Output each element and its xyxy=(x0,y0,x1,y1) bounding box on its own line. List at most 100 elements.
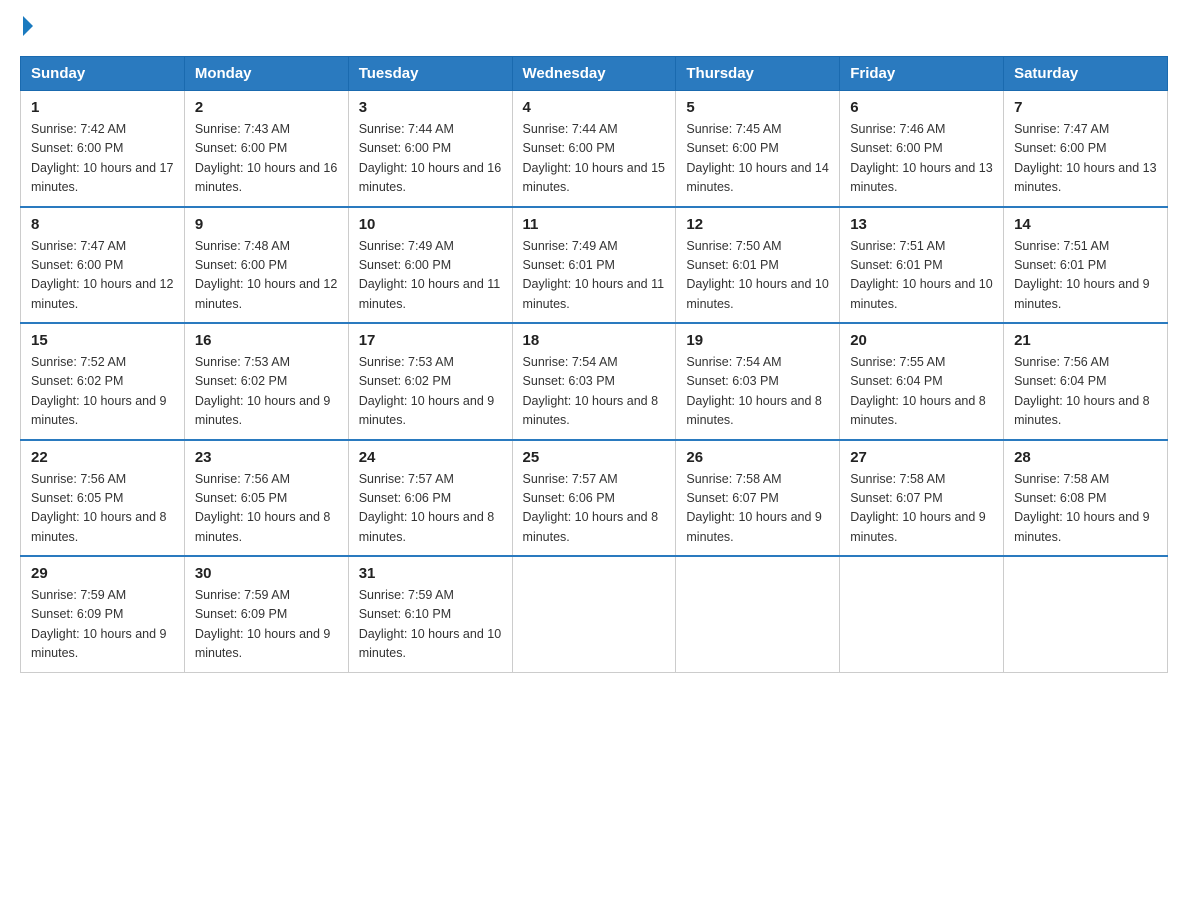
day-number: 13 xyxy=(850,216,993,233)
day-number: 2 xyxy=(195,99,338,116)
day-number: 15 xyxy=(31,332,174,349)
calendar-cell: 5 Sunrise: 7:45 AMSunset: 6:00 PMDayligh… xyxy=(676,91,840,207)
calendar-cell: 25 Sunrise: 7:57 AMSunset: 6:06 PMDaylig… xyxy=(512,440,676,557)
day-info: Sunrise: 7:48 AMSunset: 6:00 PMDaylight:… xyxy=(195,239,337,311)
calendar-cell: 13 Sunrise: 7:51 AMSunset: 6:01 PMDaylig… xyxy=(840,207,1004,324)
day-number: 17 xyxy=(359,332,502,349)
calendar-cell xyxy=(676,556,840,672)
day-number: 9 xyxy=(195,216,338,233)
day-number: 10 xyxy=(359,216,502,233)
day-info: Sunrise: 7:59 AMSunset: 6:10 PMDaylight:… xyxy=(359,588,501,660)
calendar-cell: 20 Sunrise: 7:55 AMSunset: 6:04 PMDaylig… xyxy=(840,323,1004,440)
calendar-cell: 30 Sunrise: 7:59 AMSunset: 6:09 PMDaylig… xyxy=(184,556,348,672)
day-info: Sunrise: 7:53 AMSunset: 6:02 PMDaylight:… xyxy=(359,355,495,427)
calendar-cell: 11 Sunrise: 7:49 AMSunset: 6:01 PMDaylig… xyxy=(512,207,676,324)
day-info: Sunrise: 7:58 AMSunset: 6:08 PMDaylight:… xyxy=(1014,472,1150,544)
day-number: 30 xyxy=(195,565,338,582)
day-number: 11 xyxy=(523,216,666,233)
weekday-header-monday: Monday xyxy=(184,57,348,91)
day-number: 8 xyxy=(31,216,174,233)
calendar-cell: 12 Sunrise: 7:50 AMSunset: 6:01 PMDaylig… xyxy=(676,207,840,324)
calendar-cell: 3 Sunrise: 7:44 AMSunset: 6:00 PMDayligh… xyxy=(348,91,512,207)
day-number: 6 xyxy=(850,99,993,116)
calendar-cell: 31 Sunrise: 7:59 AMSunset: 6:10 PMDaylig… xyxy=(348,556,512,672)
day-info: Sunrise: 7:47 AMSunset: 6:00 PMDaylight:… xyxy=(1014,122,1156,194)
weekday-header-row: SundayMondayTuesdayWednesdayThursdayFrid… xyxy=(21,57,1168,91)
day-number: 25 xyxy=(523,449,666,466)
day-number: 27 xyxy=(850,449,993,466)
day-info: Sunrise: 7:57 AMSunset: 6:06 PMDaylight:… xyxy=(523,472,659,544)
weekday-header-tuesday: Tuesday xyxy=(348,57,512,91)
calendar-cell: 10 Sunrise: 7:49 AMSunset: 6:00 PMDaylig… xyxy=(348,207,512,324)
day-info: Sunrise: 7:58 AMSunset: 6:07 PMDaylight:… xyxy=(850,472,986,544)
day-info: Sunrise: 7:52 AMSunset: 6:02 PMDaylight:… xyxy=(31,355,167,427)
day-info: Sunrise: 7:54 AMSunset: 6:03 PMDaylight:… xyxy=(686,355,822,427)
calendar-cell: 2 Sunrise: 7:43 AMSunset: 6:00 PMDayligh… xyxy=(184,91,348,207)
logo-arrow-icon xyxy=(23,16,33,36)
logo xyxy=(20,20,33,36)
calendar-cell: 23 Sunrise: 7:56 AMSunset: 6:05 PMDaylig… xyxy=(184,440,348,557)
calendar-cell: 1 Sunrise: 7:42 AMSunset: 6:00 PMDayligh… xyxy=(21,91,185,207)
calendar-cell: 6 Sunrise: 7:46 AMSunset: 6:00 PMDayligh… xyxy=(840,91,1004,207)
day-info: Sunrise: 7:43 AMSunset: 6:00 PMDaylight:… xyxy=(195,122,337,194)
day-info: Sunrise: 7:51 AMSunset: 6:01 PMDaylight:… xyxy=(1014,239,1150,311)
day-number: 3 xyxy=(359,99,502,116)
calendar-cell: 8 Sunrise: 7:47 AMSunset: 6:00 PMDayligh… xyxy=(21,207,185,324)
day-number: 21 xyxy=(1014,332,1157,349)
weekday-header-friday: Friday xyxy=(840,57,1004,91)
day-number: 7 xyxy=(1014,99,1157,116)
day-info: Sunrise: 7:49 AMSunset: 6:01 PMDaylight:… xyxy=(523,239,665,311)
weekday-header-wednesday: Wednesday xyxy=(512,57,676,91)
day-info: Sunrise: 7:42 AMSunset: 6:00 PMDaylight:… xyxy=(31,122,173,194)
day-number: 31 xyxy=(359,565,502,582)
calendar-cell: 9 Sunrise: 7:48 AMSunset: 6:00 PMDayligh… xyxy=(184,207,348,324)
calendar-cell: 22 Sunrise: 7:56 AMSunset: 6:05 PMDaylig… xyxy=(21,440,185,557)
day-number: 18 xyxy=(523,332,666,349)
calendar-cell: 15 Sunrise: 7:52 AMSunset: 6:02 PMDaylig… xyxy=(21,323,185,440)
day-number: 23 xyxy=(195,449,338,466)
week-row-4: 22 Sunrise: 7:56 AMSunset: 6:05 PMDaylig… xyxy=(21,440,1168,557)
calendar-cell xyxy=(512,556,676,672)
calendar-cell: 14 Sunrise: 7:51 AMSunset: 6:01 PMDaylig… xyxy=(1004,207,1168,324)
logo-blue-text xyxy=(20,20,33,36)
day-info: Sunrise: 7:51 AMSunset: 6:01 PMDaylight:… xyxy=(850,239,992,311)
calendar-cell: 19 Sunrise: 7:54 AMSunset: 6:03 PMDaylig… xyxy=(676,323,840,440)
day-info: Sunrise: 7:56 AMSunset: 6:04 PMDaylight:… xyxy=(1014,355,1150,427)
day-number: 24 xyxy=(359,449,502,466)
calendar-cell xyxy=(1004,556,1168,672)
day-info: Sunrise: 7:53 AMSunset: 6:02 PMDaylight:… xyxy=(195,355,331,427)
day-info: Sunrise: 7:54 AMSunset: 6:03 PMDaylight:… xyxy=(523,355,659,427)
day-number: 28 xyxy=(1014,449,1157,466)
calendar-cell: 16 Sunrise: 7:53 AMSunset: 6:02 PMDaylig… xyxy=(184,323,348,440)
weekday-header-thursday: Thursday xyxy=(676,57,840,91)
day-number: 14 xyxy=(1014,216,1157,233)
day-number: 19 xyxy=(686,332,829,349)
day-number: 5 xyxy=(686,99,829,116)
weekday-header-sunday: Sunday xyxy=(21,57,185,91)
calendar-cell: 29 Sunrise: 7:59 AMSunset: 6:09 PMDaylig… xyxy=(21,556,185,672)
day-info: Sunrise: 7:50 AMSunset: 6:01 PMDaylight:… xyxy=(686,239,828,311)
day-info: Sunrise: 7:47 AMSunset: 6:00 PMDaylight:… xyxy=(31,239,173,311)
day-info: Sunrise: 7:57 AMSunset: 6:06 PMDaylight:… xyxy=(359,472,495,544)
day-number: 1 xyxy=(31,99,174,116)
day-info: Sunrise: 7:56 AMSunset: 6:05 PMDaylight:… xyxy=(195,472,331,544)
day-number: 22 xyxy=(31,449,174,466)
calendar-cell: 18 Sunrise: 7:54 AMSunset: 6:03 PMDaylig… xyxy=(512,323,676,440)
day-info: Sunrise: 7:59 AMSunset: 6:09 PMDaylight:… xyxy=(31,588,167,660)
calendar-cell: 27 Sunrise: 7:58 AMSunset: 6:07 PMDaylig… xyxy=(840,440,1004,557)
week-row-2: 8 Sunrise: 7:47 AMSunset: 6:00 PMDayligh… xyxy=(21,207,1168,324)
page-header xyxy=(20,20,1168,36)
week-row-1: 1 Sunrise: 7:42 AMSunset: 6:00 PMDayligh… xyxy=(21,91,1168,207)
day-number: 16 xyxy=(195,332,338,349)
day-info: Sunrise: 7:56 AMSunset: 6:05 PMDaylight:… xyxy=(31,472,167,544)
day-info: Sunrise: 7:46 AMSunset: 6:00 PMDaylight:… xyxy=(850,122,992,194)
day-number: 20 xyxy=(850,332,993,349)
weekday-header-saturday: Saturday xyxy=(1004,57,1168,91)
calendar-cell: 26 Sunrise: 7:58 AMSunset: 6:07 PMDaylig… xyxy=(676,440,840,557)
calendar-cell: 24 Sunrise: 7:57 AMSunset: 6:06 PMDaylig… xyxy=(348,440,512,557)
day-info: Sunrise: 7:49 AMSunset: 6:00 PMDaylight:… xyxy=(359,239,501,311)
day-info: Sunrise: 7:44 AMSunset: 6:00 PMDaylight:… xyxy=(359,122,501,194)
day-info: Sunrise: 7:44 AMSunset: 6:00 PMDaylight:… xyxy=(523,122,665,194)
day-number: 4 xyxy=(523,99,666,116)
calendar-cell xyxy=(840,556,1004,672)
